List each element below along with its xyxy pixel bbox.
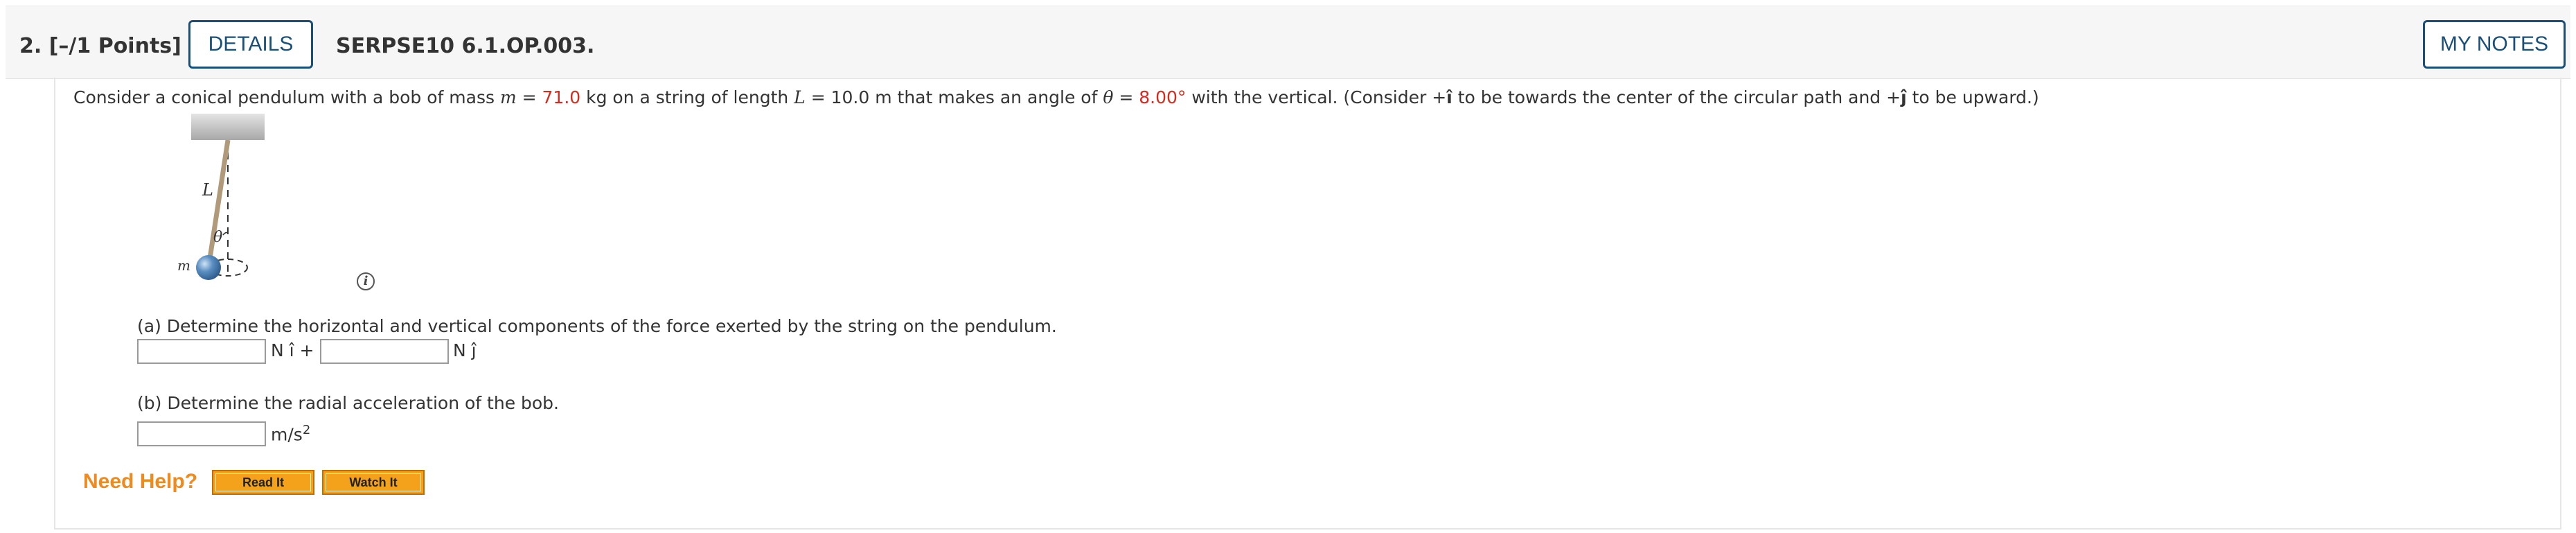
vertical-force-input[interactable] xyxy=(320,339,449,364)
unit-exponent: 2 xyxy=(302,423,311,437)
part-a-unit-j: N ĵ xyxy=(453,340,477,360)
details-button[interactable]: DETAILS xyxy=(188,20,313,69)
angle-variable: θ xyxy=(1103,87,1114,107)
ceiling-support xyxy=(191,114,265,140)
angle-arc xyxy=(222,231,229,236)
angle-label: θ xyxy=(213,229,222,246)
conical-pendulum-figure: L θ m xyxy=(177,114,265,280)
mass-value: 71.0 xyxy=(542,87,581,107)
question-number: 2. [–/1 Points] xyxy=(19,34,181,58)
i-hat-symbol: î xyxy=(1446,87,1453,107)
watch-it-button[interactable]: Watch It xyxy=(322,470,425,495)
mass-label: m xyxy=(177,257,190,274)
question-body xyxy=(54,78,2561,530)
problem-code: SERPSE10 6.1.OP.003. xyxy=(336,34,595,58)
question-header: 2. [–/1 Points] DETAILS SERPSE10 6.1.OP.… xyxy=(6,6,2570,79)
radial-acceleration-input[interactable] xyxy=(137,421,266,446)
j-hat-symbol: ĵ xyxy=(1901,87,1907,107)
angle-value: 8.00° xyxy=(1139,87,1187,107)
my-notes-button[interactable]: MY NOTES xyxy=(2423,20,2566,69)
length-label: L xyxy=(202,180,213,200)
read-it-button[interactable]: Read It xyxy=(212,470,314,495)
question-text: Consider a conical pendulum with a bob o… xyxy=(73,87,2039,107)
need-help-label: Need Help? xyxy=(83,470,198,493)
part-b-prompt: (b) Determine the radial acceleration of… xyxy=(137,393,559,413)
pendulum-bob xyxy=(196,255,221,280)
part-a-prompt: (a) Determine the horizontal and vertica… xyxy=(137,316,1057,336)
info-icon[interactable]: i xyxy=(357,272,375,290)
length-variable: L xyxy=(794,87,806,107)
pendulum-string xyxy=(206,139,231,268)
part-b-unit: m/s2 xyxy=(271,423,311,445)
horizontal-force-input[interactable] xyxy=(137,339,266,364)
mass-variable: m xyxy=(499,87,517,107)
part-a-unit-i: N î + xyxy=(271,340,314,360)
